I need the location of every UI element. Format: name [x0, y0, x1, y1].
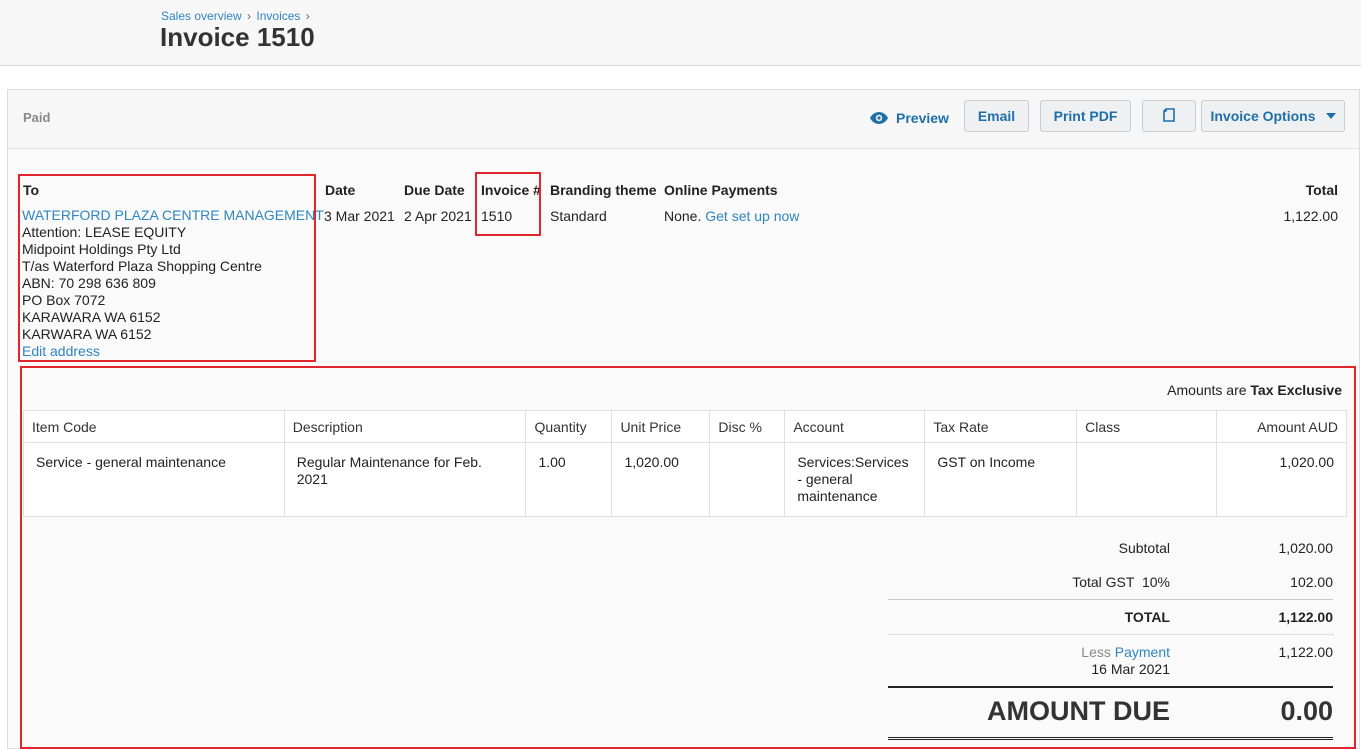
- divider: [888, 599, 1333, 600]
- cell-disc: [709, 442, 786, 517]
- cell-item-code: Service - general maintenance: [23, 442, 285, 517]
- cell-amount: 1,020.00: [1216, 442, 1347, 517]
- address-line: ABN: 70 298 636 809: [22, 275, 156, 291]
- invoice-total: 1,122.00: [1283, 208, 1339, 224]
- page-header: Sales overview › Invoices › Invoice 1510: [0, 0, 1361, 66]
- breadcrumb: Sales overview › Invoices ›: [161, 9, 312, 23]
- cell-tax-rate: GST on Income: [924, 442, 1078, 517]
- date-heading: Date: [325, 182, 356, 198]
- print-pdf-button[interactable]: Print PDF: [1040, 100, 1131, 132]
- breadcrumb-separator: ›: [247, 9, 252, 23]
- address-line: T/as Waterford Plaza Shopping Centre: [22, 258, 262, 274]
- invoice-toolbar: Paid Preview Email Print PDF Invoice Opt…: [8, 90, 1359, 149]
- total-label: TOTAL: [1124, 609, 1170, 625]
- total-value: 1,122.00: [1278, 609, 1334, 625]
- address-line: Midpoint Holdings Pty Ltd: [22, 241, 181, 257]
- cell-class: [1076, 442, 1218, 517]
- invoice-options-label: Invoice Options: [1210, 108, 1316, 124]
- get-set-up-link[interactable]: Get set up now: [705, 208, 799, 224]
- amounts-are-label: Amounts are: [1167, 382, 1247, 398]
- divider: [888, 634, 1333, 635]
- column-header-unit-price: Unit Price: [611, 410, 711, 443]
- table-header-row: Item Code Description Quantity Unit Pric…: [23, 410, 1347, 443]
- column-header-item-code: Item Code: [23, 410, 285, 443]
- line-items-table: Item Code Description Quantity Unit Pric…: [23, 410, 1347, 517]
- invoice-number: 1510: [481, 208, 513, 224]
- less-payment-label: Less Payment: [1081, 644, 1170, 660]
- address-line: KARAWARA WA 6152: [22, 309, 161, 325]
- column-header-disc: Disc %: [709, 410, 786, 443]
- invoice-options-button[interactable]: Invoice Options: [1201, 100, 1345, 132]
- cell-description: Regular Maintenance for Feb. 2021: [283, 442, 527, 517]
- email-button[interactable]: Email: [964, 100, 1029, 132]
- column-header-tax-rate: Tax Rate: [924, 410, 1078, 443]
- less-label: Less: [1081, 644, 1111, 660]
- eye-icon: [870, 112, 888, 124]
- column-header-account: Account: [784, 410, 926, 443]
- breadcrumb-invoices[interactable]: Invoices: [256, 9, 300, 23]
- preview-label: Preview: [896, 110, 949, 126]
- address-line: KARWARA WA 6152: [22, 326, 152, 342]
- copy-button[interactable]: [1142, 100, 1196, 132]
- gst-label: Total GST 10%: [1072, 574, 1170, 590]
- payment-amount-link[interactable]: 1,122.00: [1279, 644, 1334, 660]
- subtotal-label: Subtotal: [1118, 540, 1170, 556]
- branding-theme-heading: Branding theme: [550, 182, 657, 198]
- table-row: Service - general maintenance Regular Ma…: [23, 442, 1347, 517]
- divider: [888, 686, 1333, 688]
- tax-mode: Tax Exclusive: [1250, 382, 1342, 398]
- payment-link[interactable]: Payment: [1115, 644, 1170, 660]
- page-title: Invoice 1510: [160, 22, 315, 52]
- caret-down-icon: [1325, 113, 1336, 119]
- payment-date: 16 Mar 2021: [1091, 661, 1170, 677]
- due-date-heading: Due Date: [404, 182, 465, 198]
- contact-name-link[interactable]: WATERFORD PLAZA CENTRE MANAGEMENT: [22, 207, 324, 224]
- divider: [888, 737, 1333, 740]
- address-line: PO Box 7072: [22, 292, 106, 308]
- status-badge: Paid: [23, 110, 51, 125]
- cell-account: Services:Services - general maintenance: [784, 442, 926, 517]
- branding-theme: Standard: [550, 208, 607, 224]
- online-payments-heading: Online Payments: [664, 182, 778, 198]
- gst-value: 102.00: [1290, 574, 1333, 590]
- total-heading: Total: [1305, 182, 1338, 198]
- invoice-date: 3 Mar 2021: [324, 208, 395, 224]
- breadcrumb-separator: ›: [305, 9, 310, 23]
- preview-button[interactable]: Preview: [870, 107, 949, 129]
- invoice-number-heading: Invoice #: [481, 182, 541, 198]
- to-heading: To: [23, 182, 40, 198]
- address-line: Attention: LEASE EQUITY: [22, 224, 187, 240]
- column-header-amount: Amount AUD: [1216, 410, 1347, 443]
- amount-due-label: AMOUNT DUE: [987, 696, 1170, 726]
- subtotal-value: 1,020.00: [1278, 540, 1334, 556]
- due-date: 2 Apr 2021: [404, 208, 472, 224]
- edit-address-link[interactable]: Edit address: [22, 343, 324, 360]
- copy-icon: [1163, 108, 1175, 122]
- column-header-description: Description: [283, 410, 527, 443]
- column-header-class: Class: [1076, 410, 1218, 443]
- contact-address: WATERFORD PLAZA CENTRE MANAGEMENT Attent…: [22, 207, 324, 360]
- cell-unit-price: 1,020.00: [611, 442, 711, 517]
- breadcrumb-sales-overview[interactable]: Sales overview: [161, 9, 242, 23]
- amount-due-value: 0.00: [1280, 696, 1333, 726]
- column-header-quantity: Quantity: [525, 410, 613, 443]
- online-payments: None. Get set up now: [664, 208, 799, 224]
- online-payments-status: None.: [664, 208, 702, 224]
- cell-quantity: 1.00: [525, 442, 613, 517]
- amounts-are-note: Amounts are Tax Exclusive: [1167, 382, 1342, 398]
